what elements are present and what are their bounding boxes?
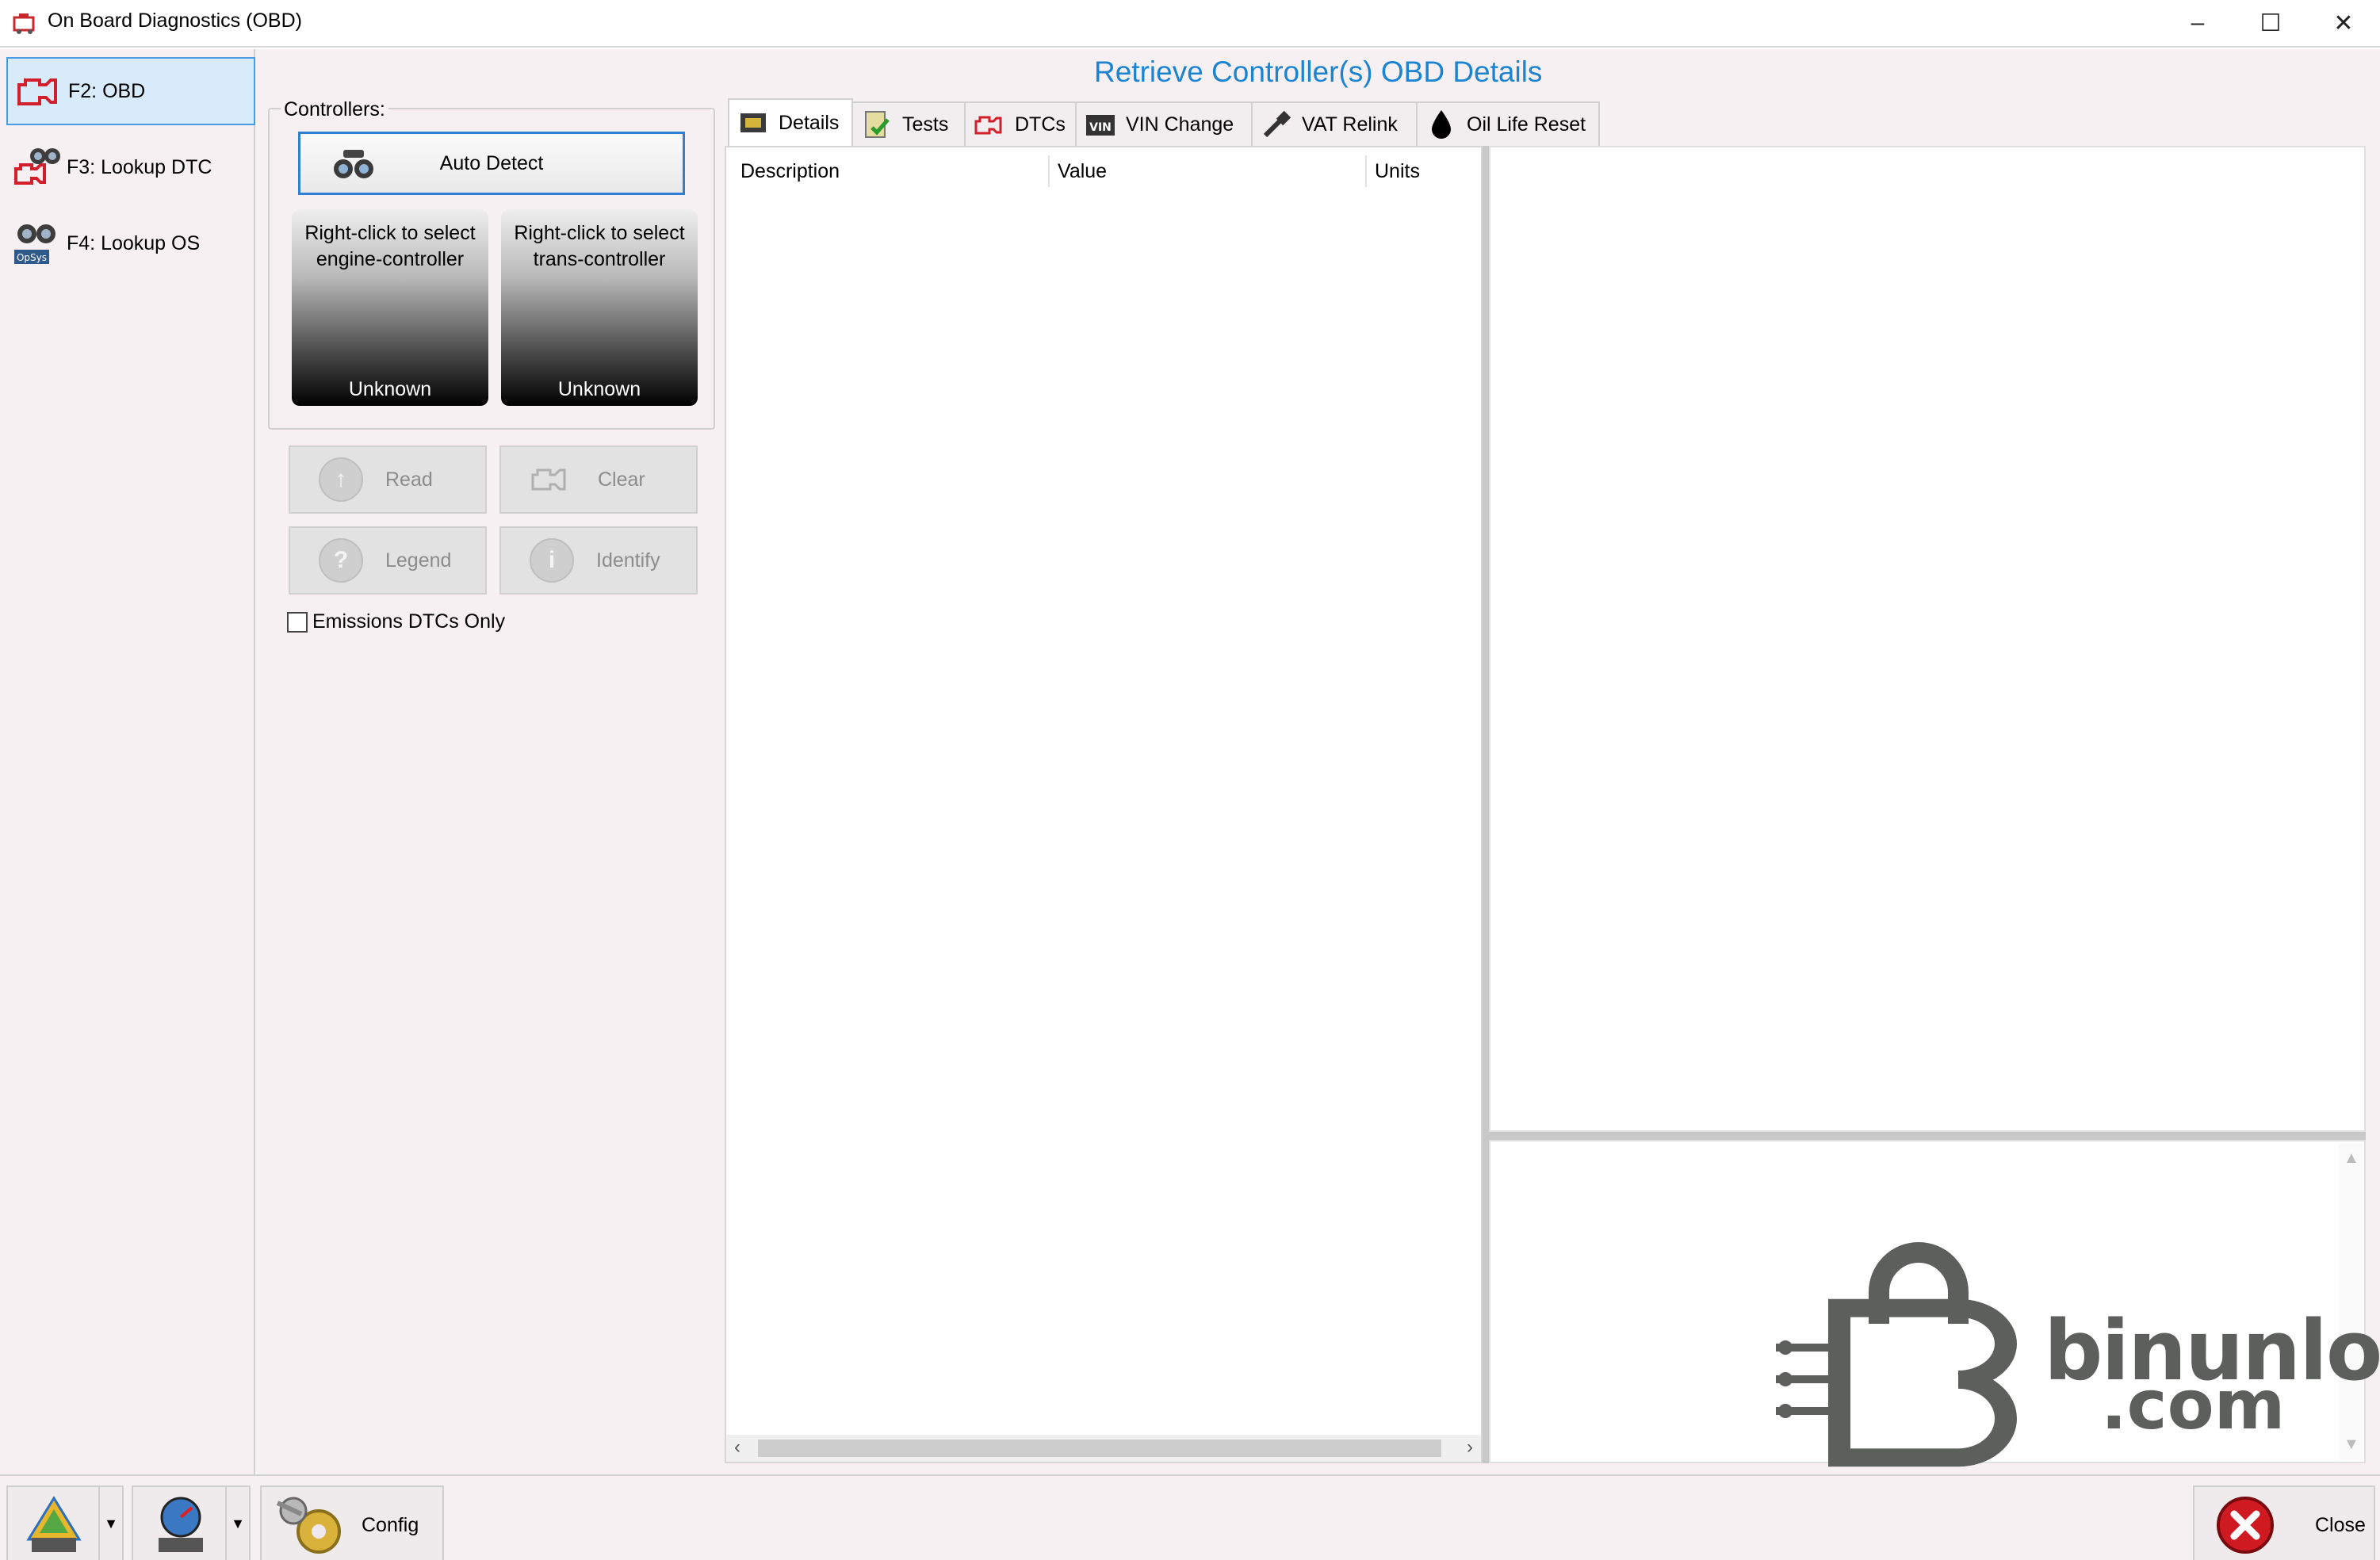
nav-item-label: F2: OBD [68, 79, 146, 102]
scroll-up-icon[interactable]: ▲ [2344, 1149, 2359, 1168]
column-divider[interactable] [1048, 155, 1050, 187]
emissions-dtcs-checkbox[interactable] [287, 612, 308, 633]
column-header-description[interactable]: Description [740, 160, 840, 183]
tab-details[interactable]: Details [728, 98, 853, 146]
emissions-dtcs-label: Emissions DTCs Only [312, 610, 506, 633]
tools-dropdown[interactable]: ▼ [100, 1485, 124, 1560]
bottom-toolbar: ▼ ▼ Config Close [0, 1474, 2380, 1560]
maximize-button[interactable]: ☐ [2234, 0, 2307, 46]
engine-icon [531, 468, 566, 491]
nav-item-label: F3: Lookup DTC [67, 155, 212, 178]
engine-check-icon [17, 78, 57, 105]
vertical-splitter[interactable] [1483, 146, 1489, 1463]
gauge-button[interactable] [132, 1485, 227, 1560]
oil-drop-icon [1432, 110, 1451, 139]
binoculars-icon [334, 150, 373, 178]
tools-button[interactable] [6, 1485, 100, 1560]
column-divider[interactable] [1365, 155, 1367, 187]
auto-detect-button[interactable]: Auto Detect [298, 132, 685, 195]
engine-check-icon [974, 116, 1002, 135]
engine-controller-status: Unknown [348, 378, 432, 400]
title-bar: On Board Diagnostics (OBD) – ☐ ✕ [0, 0, 2380, 48]
config-button[interactable]: Config [260, 1485, 444, 1560]
question-icon: ? [319, 538, 363, 583]
nav-item-label: F4: Lookup OS [67, 231, 201, 254]
scroll-left-icon[interactable]: ‹ [734, 1436, 740, 1459]
read-button[interactable]: ↑ Read [289, 445, 487, 514]
clear-button[interactable]: Clear [499, 445, 698, 514]
identify-label: Identify [596, 549, 660, 572]
tab-label: VAT Relink [1302, 113, 1398, 136]
tab-label: Oil Life Reset [1467, 113, 1586, 136]
minimize-button[interactable]: – [2161, 0, 2234, 46]
window-title: On Board Diagnostics (OBD) [48, 10, 302, 32]
trans-controller-status: Unknown [557, 378, 641, 400]
nav-item-lookup-dtc[interactable]: F3: Lookup DTC [6, 133, 255, 201]
tab-oil-life-reset[interactable]: Oil Life Reset [1416, 101, 1600, 146]
vin-icon: VIN [1086, 115, 1115, 136]
info-icon: i [530, 538, 574, 583]
trans-controller-tile[interactable]: Right-click to select trans-controller U… [501, 209, 698, 406]
nav-item-obd[interactable]: F2: OBD [6, 57, 255, 125]
tab-label: DTCs [1015, 113, 1066, 136]
gauge-icon [159, 1497, 203, 1552]
watermark-domain: .com [2101, 1366, 2286, 1445]
tab-dtcs[interactable]: DTCs [964, 101, 1077, 146]
binoculars-engine-icon [14, 148, 60, 185]
horizontal-splitter[interactable] [1489, 1132, 2366, 1140]
scroll-right-icon[interactable]: › [1467, 1436, 1473, 1459]
svg-text:VIN: VIN [1089, 121, 1112, 134]
tab-label: VIN Change [1126, 113, 1234, 136]
config-label: Config [362, 1514, 419, 1536]
watermark: binunlock .com [1776, 1237, 2380, 1474]
legend-label: Legend [385, 549, 452, 572]
auto-detect-label: Auto Detect [439, 151, 544, 174]
tab-bar: Details Tests DTCs VIN VIN Change VAT Re… [728, 98, 1600, 146]
close-button[interactable]: Close [2193, 1485, 2375, 1560]
horizontal-scrollbar[interactable]: ‹ › [726, 1435, 1481, 1462]
column-header-value[interactable]: Value [1058, 160, 1107, 183]
close-circle-icon [2217, 1497, 2274, 1554]
identify-button[interactable]: i Identify [499, 526, 698, 595]
left-navigation: F2: OBD F3: Lookup DTC OpSys F4: Lookup … [0, 49, 255, 1474]
trans-controller-hint: Right-click to select trans-controller [514, 222, 685, 270]
tab-tests[interactable]: Tests [851, 101, 966, 146]
gauge-dropdown[interactable]: ▼ [227, 1485, 251, 1560]
binoculars-opsys-icon: OpSys [14, 224, 55, 264]
info-panel [1489, 146, 2366, 1132]
key-icon [1263, 110, 1291, 138]
svg-text:OpSys: OpSys [17, 252, 47, 263]
lock-logo-icon [1776, 1242, 2017, 1467]
engine-controller-hint: Right-click to select engine-controller [304, 222, 476, 270]
tab-label: Details [779, 111, 840, 134]
gears-icon [276, 1497, 341, 1554]
legend-button[interactable]: ? Legend [289, 526, 487, 595]
read-label: Read [385, 468, 433, 491]
column-header-units[interactable]: Units [1375, 160, 1420, 183]
page-title: Retrieve Controller(s) OBD Details [1094, 55, 1543, 88]
triangle-engine-icon [26, 1496, 82, 1552]
window-close-button[interactable]: ✕ [2307, 0, 2380, 46]
tab-vin-change[interactable]: VIN VIN Change [1075, 101, 1253, 146]
chip-icon [740, 113, 766, 132]
clipboard-check-icon [865, 111, 890, 138]
clear-label: Clear [598, 468, 645, 491]
tab-vat-relink[interactable]: VAT Relink [1251, 101, 1418, 146]
engine-controller-tile[interactable]: Right-click to select engine-controller … [292, 209, 488, 406]
engine-app-icon [13, 13, 35, 34]
controllers-label: Controllers: [281, 98, 388, 121]
up-arrow-icon: ↑ [319, 457, 363, 502]
tab-label: Tests [902, 113, 949, 136]
details-table: Description Value Units ‹ › [725, 146, 1483, 1463]
close-label: Close [2315, 1514, 2366, 1536]
scrollbar-thumb[interactable] [758, 1440, 1441, 1457]
nav-item-lookup-os[interactable]: OpSys F4: Lookup OS [6, 209, 255, 277]
